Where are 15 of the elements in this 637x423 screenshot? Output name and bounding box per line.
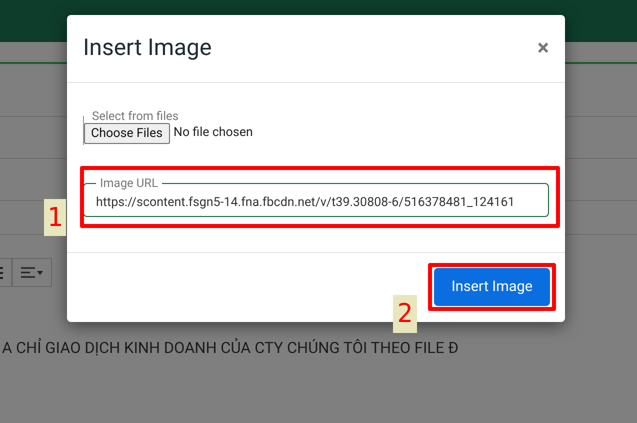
url-input[interactable]: https://scontent.fsgn5-14.fna.fbcdn.net/v/t39.30808-6/516378481_124161 bbox=[96, 194, 536, 213]
align-icon bbox=[21, 267, 35, 278]
close-button[interactable]: × bbox=[537, 38, 549, 60]
caret-icon bbox=[37, 270, 43, 274]
field-legend: Image URL bbox=[96, 177, 162, 189]
choose-files-button[interactable]: Choose Files bbox=[84, 123, 170, 144]
file-status: No file chosen bbox=[174, 124, 253, 142]
dialog-title: Insert Image bbox=[83, 33, 212, 64]
field-legend: Select from files bbox=[84, 109, 187, 123]
step-number: 1 bbox=[44, 199, 66, 236]
insert-image-button[interactable]: Insert Image bbox=[434, 268, 550, 306]
step-number: 2 bbox=[393, 295, 417, 333]
align-button[interactable] bbox=[12, 258, 52, 287]
url-field[interactable]: Image URL https://scontent.fsgn5-14.fna.fbcdn.net/v/t39.30808-6/516378481_124161 bbox=[83, 177, 549, 217]
content-text: A CHỈ GIAO DỊCH KINH DOANH CỦA CTY CHÚNG TÔI THEO FILE Đ bbox=[1, 337, 460, 359]
